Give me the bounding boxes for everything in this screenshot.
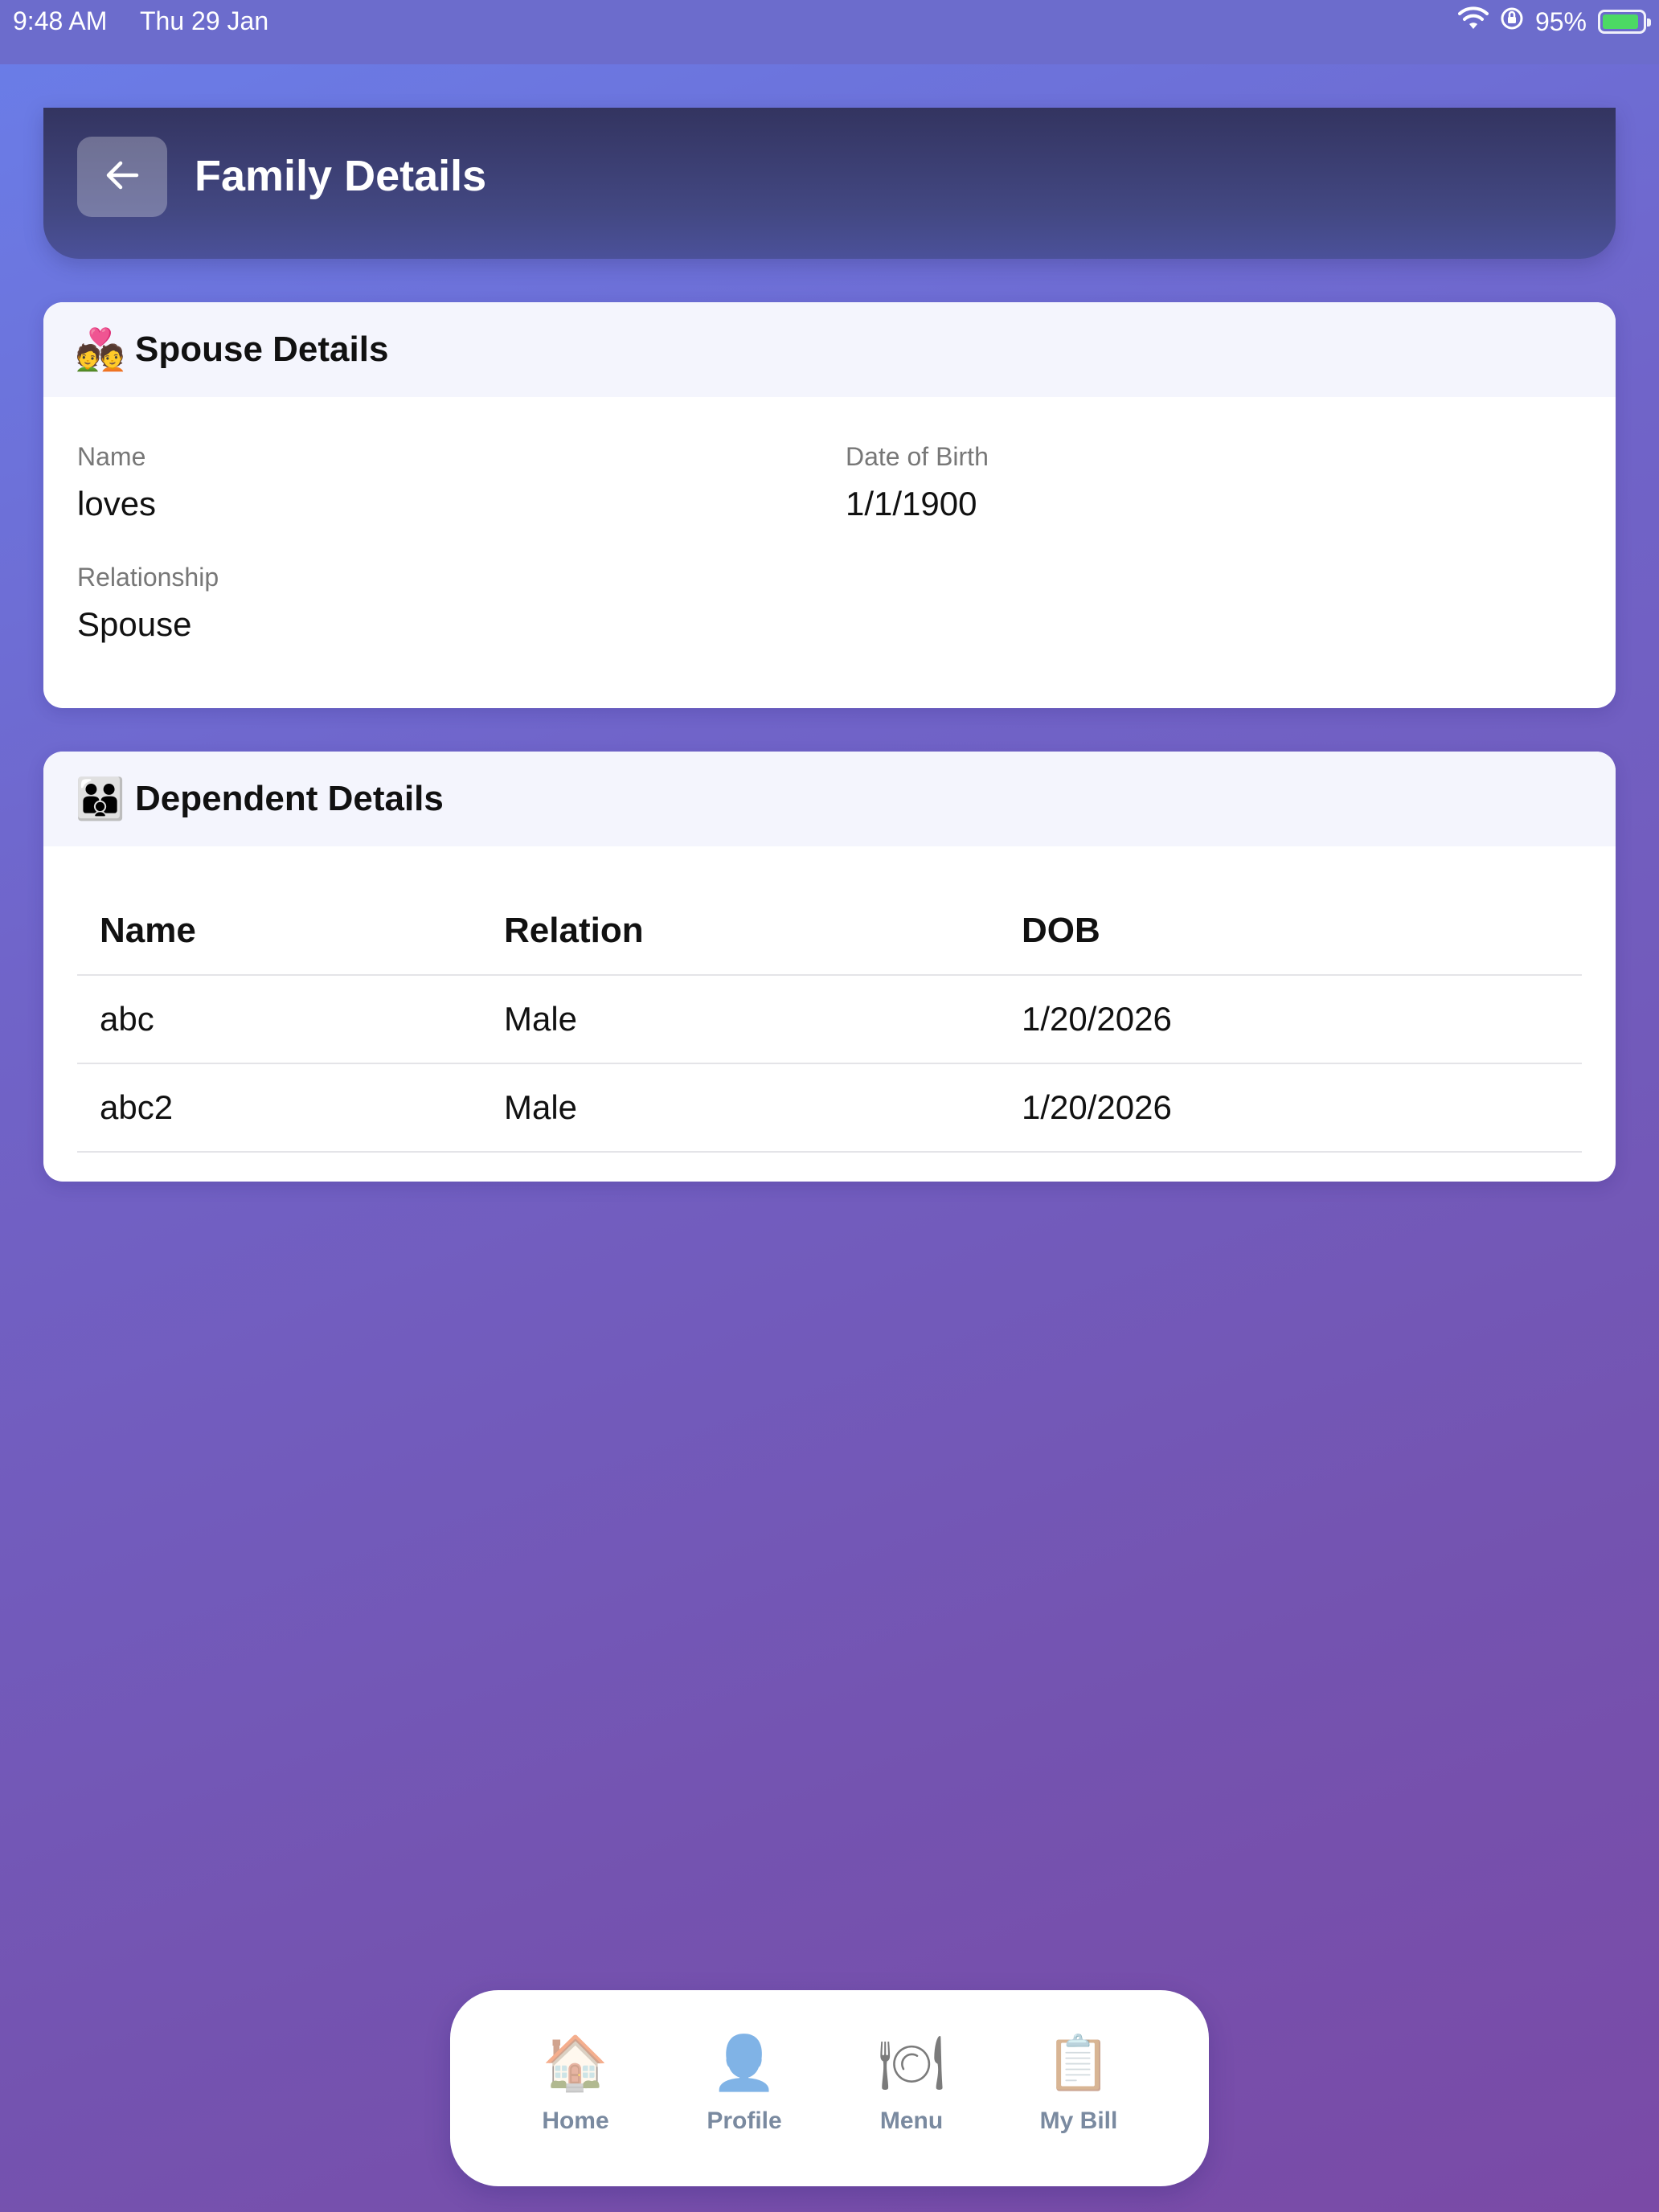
plate-icon: 🍽	[878, 2033, 945, 2092]
rotation-lock-icon	[1500, 6, 1524, 37]
home-icon: 🏠	[542, 2033, 609, 2092]
dependent-relation-cell: Male	[481, 1063, 999, 1153]
dependent-dob-cell: 1/20/2026	[999, 1063, 1582, 1153]
spouse-details-card: 💑 Spouse Details Name loves Date of Birt…	[43, 302, 1616, 708]
spouse-name-value: loves	[77, 485, 157, 522]
dependent-details-header: 👪 Dependent Details	[43, 752, 1616, 846]
dependent-dob-cell: 1/20/2026	[999, 975, 1582, 1064]
dependent-relation-cell: Male	[481, 975, 999, 1064]
wifi-icon	[1457, 6, 1489, 37]
arrow-left-icon	[104, 159, 140, 195]
table-header-row: Name Relation DOB	[77, 887, 1582, 976]
spouse-dob-value: 1/1/1900	[846, 485, 977, 522]
dependent-details-title: Dependent Details	[135, 779, 444, 818]
spouse-name-label: Name	[77, 442, 146, 471]
status-time: 9:48 AM	[13, 6, 108, 35]
page-header: Family Details	[43, 108, 1616, 259]
bottom-navigation: 🏠 Home 👤 Profile 🍽 Menu 📋 My Bill	[450, 1990, 1209, 2186]
dependent-name-cell: abc	[77, 975, 481, 1064]
clipboard-icon: 📋	[1045, 2033, 1112, 2092]
spouse-details-header: 💑 Spouse Details	[43, 302, 1616, 397]
column-header-name: Name	[77, 887, 481, 976]
spouse-dob-label: Date of Birth	[846, 442, 989, 471]
spouse-relationship-field: Relationship Spouse	[77, 563, 219, 644]
table-row: abc2 Male 1/20/2026	[77, 1063, 1582, 1153]
nav-menu-label: Menu	[879, 2108, 944, 2134]
profile-icon: 👤	[711, 2033, 778, 2092]
back-button[interactable]	[77, 137, 167, 217]
couple-icon: 💑	[75, 326, 126, 372]
nav-profile-label: Profile	[707, 2108, 782, 2134]
nav-profile[interactable]: 👤 Profile	[688, 2032, 801, 2135]
status-date: Thu 29 Jan	[140, 6, 269, 35]
dependent-table: Name Relation DOB abc Male 1/20/2026 abc…	[77, 887, 1582, 1153]
page-title: Family Details	[195, 152, 487, 200]
dependent-name-cell: abc2	[77, 1063, 481, 1153]
column-header-relation: Relation	[481, 887, 999, 976]
family-icon: 👪	[75, 776, 126, 821]
nav-home[interactable]: 🏠 Home	[519, 2032, 632, 2135]
spouse-dob-field: Date of Birth 1/1/1900	[846, 442, 989, 523]
nav-home-label: Home	[542, 2108, 609, 2134]
spouse-relationship-value: Spouse	[77, 605, 192, 643]
nav-menu[interactable]: 🍽 Menu	[855, 2032, 968, 2135]
status-bar: 9:48 AM Thu 29 Jan 95%	[0, 0, 1659, 64]
battery-charging-icon	[1598, 10, 1651, 34]
spouse-relationship-label: Relationship	[77, 563, 219, 592]
nav-my-bill[interactable]: 📋 My Bill	[1022, 2032, 1135, 2135]
table-row: abc Male 1/20/2026	[77, 975, 1582, 1064]
spouse-name-field: Name loves	[77, 442, 156, 523]
dependent-details-card: 👪 Dependent Details Name Relation DOB ab…	[43, 752, 1616, 1182]
status-indicators: 95%	[1457, 6, 1651, 37]
battery-percent: 95%	[1534, 6, 1587, 36]
spouse-details-title: Spouse Details	[135, 330, 389, 369]
nav-my-bill-label: My Bill	[1039, 2108, 1118, 2134]
column-header-dob: DOB	[999, 887, 1582, 976]
